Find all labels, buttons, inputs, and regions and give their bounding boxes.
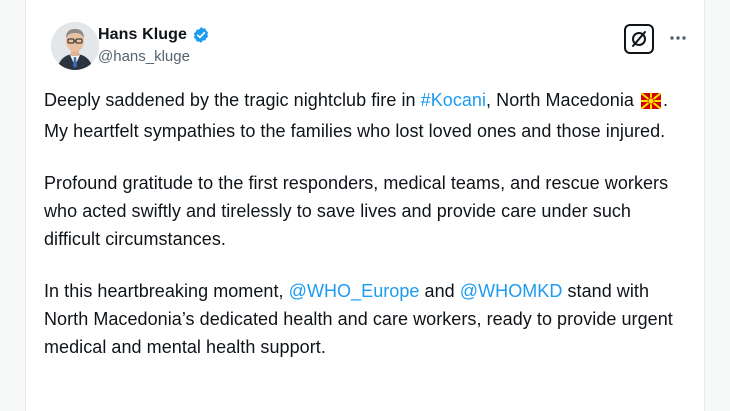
tweet-paragraph-3: In this heartbreaking moment, @WHO_Europ… [44, 277, 684, 361]
author-name-row: Hans Kluge [98, 24, 210, 46]
avatar-image [51, 22, 99, 70]
mention-link-who-europe[interactable]: @WHO_Europe [289, 281, 420, 301]
author-name[interactable]: Hans Kluge [98, 26, 187, 44]
page: Hans Kluge @hans_kluge Deeply saddened b… [0, 0, 730, 411]
tweet-text-segment: Deeply saddened by the tragic nightclub … [44, 90, 421, 110]
author-block: Hans Kluge @hans_kluge [98, 24, 210, 65]
tweet-text-segment: , North Macedonia [486, 90, 640, 110]
author-handle[interactable]: @hans_kluge [98, 48, 210, 65]
grok-icon [629, 29, 649, 49]
more-options-button[interactable] [666, 30, 690, 46]
tweet-card: Hans Kluge @hans_kluge Deeply saddened b… [25, 0, 705, 411]
hashtag-link[interactable]: #Kocani [421, 90, 486, 110]
tweet-text-segment: and [419, 281, 460, 301]
mention-link-whomkd[interactable]: @WHOMKD [460, 281, 563, 301]
tweet-paragraph-1: Deeply saddened by the tragic nightclub … [44, 86, 684, 145]
avatar[interactable] [51, 22, 99, 70]
verified-badge-icon [192, 26, 210, 44]
tweet-text: Deeply saddened by the tragic nightclub … [44, 86, 684, 385]
more-icon [669, 35, 687, 41]
tweet-text-segment: In this heartbreaking moment, [44, 281, 289, 301]
grok-button[interactable] [624, 24, 654, 54]
north-macedonia-flag-icon [640, 89, 662, 117]
tweet-paragraph-2: Profound gratitude to the first responde… [44, 173, 669, 249]
